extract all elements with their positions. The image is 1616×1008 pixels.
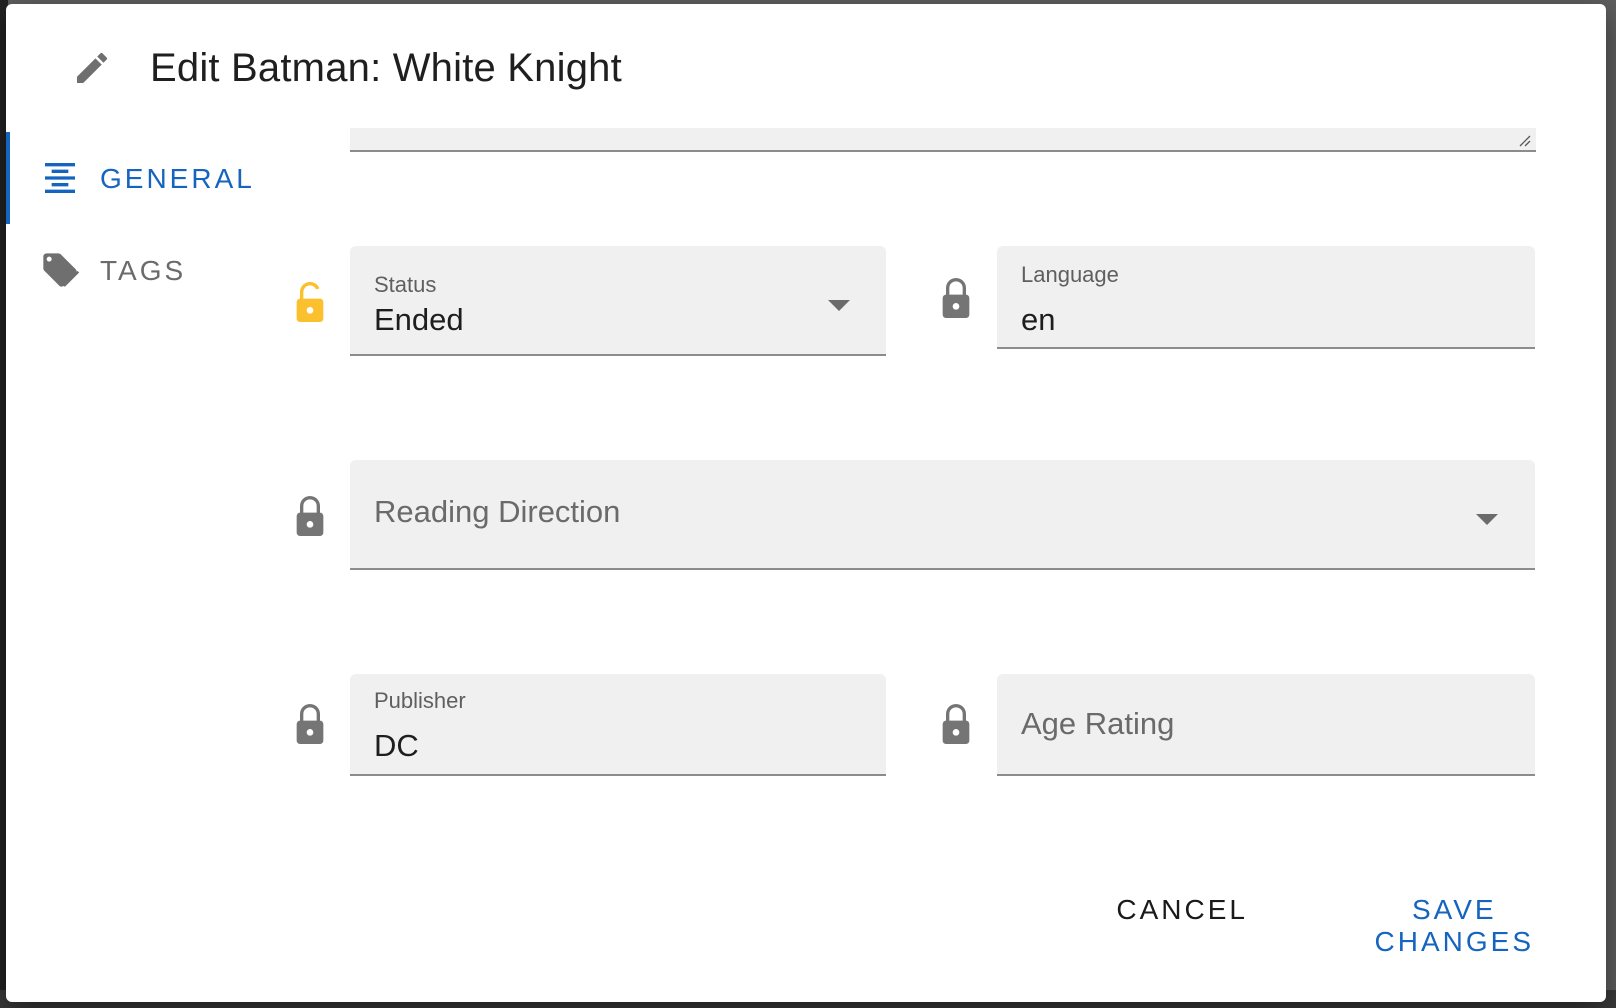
cancel-button[interactable]: CANCEL: [1116, 894, 1248, 926]
chevron-down-icon: [828, 300, 850, 311]
format-align-center-icon: [45, 163, 75, 193]
status-label: Status: [374, 272, 437, 297]
tab-general-label: GENERAL: [100, 163, 255, 194]
tab-tags[interactable]: TAGS: [6, 224, 276, 316]
reading-direction-placeholder: Reading Direction: [374, 494, 621, 529]
age-rating-placeholder: Age Rating: [1021, 706, 1175, 741]
language-lock-icon[interactable]: [936, 274, 976, 322]
edit-dialog: Edit Batman: White Knight GENERAL TAGS S…: [6, 4, 1606, 1002]
language-label: Language: [1021, 262, 1119, 287]
publisher-value: DC: [374, 728, 419, 763]
language-value: en: [1021, 302, 1056, 337]
save-changes-button[interactable]: SAVE CHANGES: [1375, 894, 1534, 958]
resize-grip-icon[interactable]: [1516, 132, 1532, 148]
summary-textarea[interactable]: [350, 128, 1536, 152]
status-lock-icon[interactable]: [290, 278, 330, 326]
publisher-label: Publisher: [374, 688, 466, 713]
dialog-title: Edit Batman: White Knight: [150, 46, 622, 90]
pencil-icon: [77, 52, 108, 83]
language-field[interactable]: Language en: [997, 246, 1535, 349]
reading-direction-select[interactable]: Reading Direction: [350, 460, 1535, 570]
publisher-lock-icon[interactable]: [290, 700, 330, 748]
chevron-down-icon: [1476, 514, 1498, 525]
dialog-header: Edit Batman: White Knight: [6, 4, 1606, 132]
status-select[interactable]: Status Ended: [350, 246, 886, 356]
publisher-field[interactable]: Publisher DC: [350, 674, 886, 776]
reading-direction-lock-icon[interactable]: [290, 492, 330, 540]
active-tab-indicator: [6, 132, 10, 224]
age-rating-field[interactable]: Age Rating: [997, 674, 1535, 776]
tab-general[interactable]: GENERAL: [6, 132, 276, 224]
age-rating-lock-icon[interactable]: [936, 700, 976, 748]
status-value: Ended: [374, 302, 464, 337]
tab-tags-label: TAGS: [100, 255, 187, 286]
tags-icon: [43, 253, 80, 287]
